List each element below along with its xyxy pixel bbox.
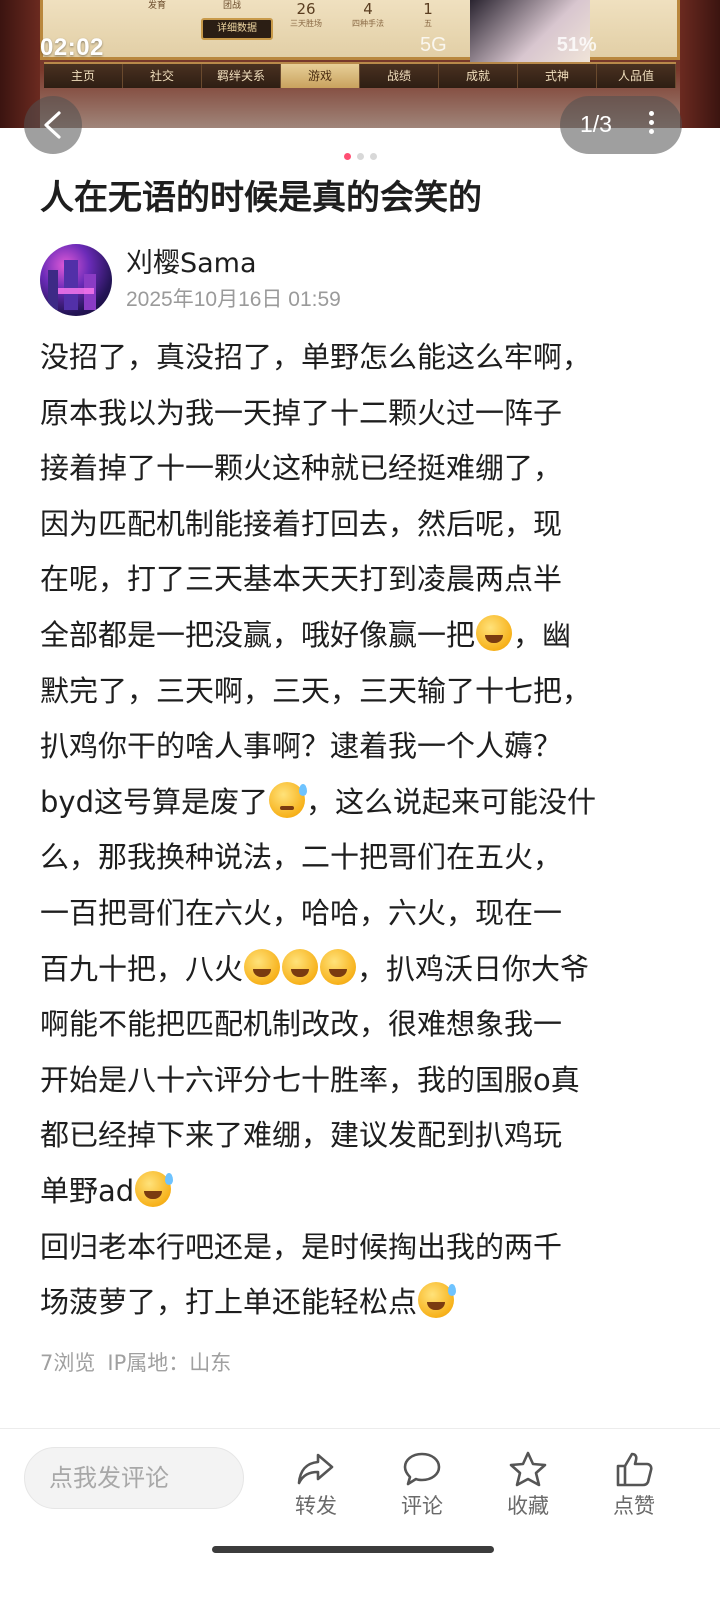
rofl-emoji-icon	[244, 948, 281, 985]
comment-button[interactable]: 评论	[382, 1451, 462, 1521]
comment-icon	[403, 1452, 441, 1486]
post-line: 啊能不能把匹配机制改改，很难想象我一	[40, 1007, 563, 1042]
post-line: 回归老本行吧还是，是时候掏出我的两千	[40, 1229, 563, 1264]
carousel-indicator	[0, 145, 720, 160]
like-button[interactable]: 点赞	[594, 1451, 674, 1521]
rofl-emoji-icon	[476, 614, 513, 651]
stat-caption: 团战	[223, 1, 242, 11]
network-indicator: 5G	[420, 34, 447, 56]
like-label: 点赞	[613, 1494, 655, 1518]
carousel-image-border-right	[680, 0, 720, 128]
game-tab: 人品值	[597, 64, 676, 88]
post-body: 没招了，真没招了，单野怎么能这么牢啊， 原本我以为我一天掉了十二颗火过一阵子 接…	[40, 330, 680, 1331]
carousel-dot	[369, 153, 377, 160]
bottom-action-bar: 点我发评论 转发 评论 收藏 点赞	[0, 1428, 720, 1600]
post-line: 接着掉了十一颗火这种就已经挺难绷了，	[40, 451, 563, 486]
post-line: 默完了，三天啊，三天，三天输了十七把，	[40, 673, 592, 708]
post-line: 原本我以为我一天掉了十二颗火过一阵子	[40, 395, 563, 430]
detail-data-button: 详细数据	[201, 18, 273, 40]
share-icon	[297, 1453, 334, 1485]
post-line: 场菠萝了，打上单还能轻松点	[40, 1275, 680, 1331]
post-line: 么，那我换种说法，二十把哥们在五火，	[40, 840, 563, 875]
post-line: 一百把哥们在六火，哈哈，六火，现在一	[40, 895, 563, 930]
view-count: 7浏览	[40, 1351, 96, 1375]
thumbs-up-icon	[616, 1452, 653, 1487]
favorite-button[interactable]: 收藏	[488, 1451, 568, 1521]
post-line: byd这号算是废了 ，这么说起来可能没什	[40, 775, 680, 831]
post-line: 开始是八十六评分七十胜率，我的国服o真	[40, 1062, 580, 1097]
game-tab-active: 游戏	[281, 64, 360, 88]
comment-label: 评论	[401, 1494, 443, 1518]
game-tab: 战绩	[360, 64, 439, 88]
share-button[interactable]: 转发	[276, 1451, 356, 1521]
stat-caption: 发育	[148, 1, 167, 11]
more-options-icon[interactable]	[644, 108, 658, 142]
post-line: 在呢，打了三天基本天天打到凌晨两点半	[40, 562, 563, 597]
post-line: 因为匹配机制能接着打回去，然后呢，现	[40, 506, 563, 541]
post-line: 百九十把，八火 ，扒鸡沃日你大爷	[40, 942, 680, 998]
author-name[interactable]: 刈樱Sama	[126, 246, 257, 282]
avatar[interactable]	[40, 244, 112, 316]
carousel-dot	[356, 153, 364, 160]
comment-input[interactable]: 点我发评论	[24, 1447, 244, 1509]
post-title: 人在无语的时候是真的会笑的	[40, 178, 482, 218]
rofl-emoji-icon	[320, 948, 357, 985]
carousel-dot-active	[343, 153, 351, 160]
post-line: 扒鸡你干的啥人事啊？逮着我一个人薅？	[40, 729, 563, 764]
stat-item: 26 三天胜场	[290, 0, 322, 28]
chevron-left-icon	[44, 111, 61, 139]
favorite-label: 收藏	[507, 1494, 549, 1518]
game-tab: 主页	[44, 64, 123, 88]
post-line: 单野ad	[40, 1164, 680, 1220]
star-icon	[509, 1451, 547, 1487]
game-tab: 羁绊关系	[202, 64, 281, 88]
post-line: 都已经掉下来了难绷，建议发配到扒鸡玩	[40, 1118, 563, 1153]
grinning-sweat-emoji-icon	[418, 1282, 457, 1319]
game-profile-tabs: 主页 社交 羁绊关系 游戏 战绩 成就 式神 人品值	[44, 62, 676, 88]
post-line: 全部都是一把没赢，哦好像赢一把 ，幽	[40, 608, 680, 664]
post-line: 没招了，真没招了，单野怎么能这么牢啊，	[40, 340, 592, 374]
downcast-sweat-emoji-icon	[268, 781, 307, 818]
stat-item: 1五	[423, 0, 433, 28]
game-tab: 式神	[518, 64, 597, 88]
post-meta: 7浏览 IP属地：山东	[40, 1348, 231, 1378]
author-info[interactable]: 刈樱Sama 2025年10月16日 01:59	[40, 244, 680, 318]
image-counter: 1/3	[580, 111, 612, 137]
home-indicator[interactable]	[212, 1546, 494, 1553]
status-time: 02:02	[40, 34, 104, 61]
post-date: 2025年10月16日 01:59	[126, 288, 341, 311]
game-tab: 成就	[439, 64, 518, 88]
share-label: 转发	[295, 1494, 337, 1518]
grinning-sweat-emoji-icon	[135, 1170, 174, 1207]
battery-level: 51%	[556, 34, 597, 56]
game-tab: 社交	[123, 64, 202, 88]
status-indicators: 5G 51%	[420, 34, 597, 57]
rofl-emoji-icon	[282, 948, 319, 985]
ip-location: IP属地：山东	[107, 1351, 232, 1375]
